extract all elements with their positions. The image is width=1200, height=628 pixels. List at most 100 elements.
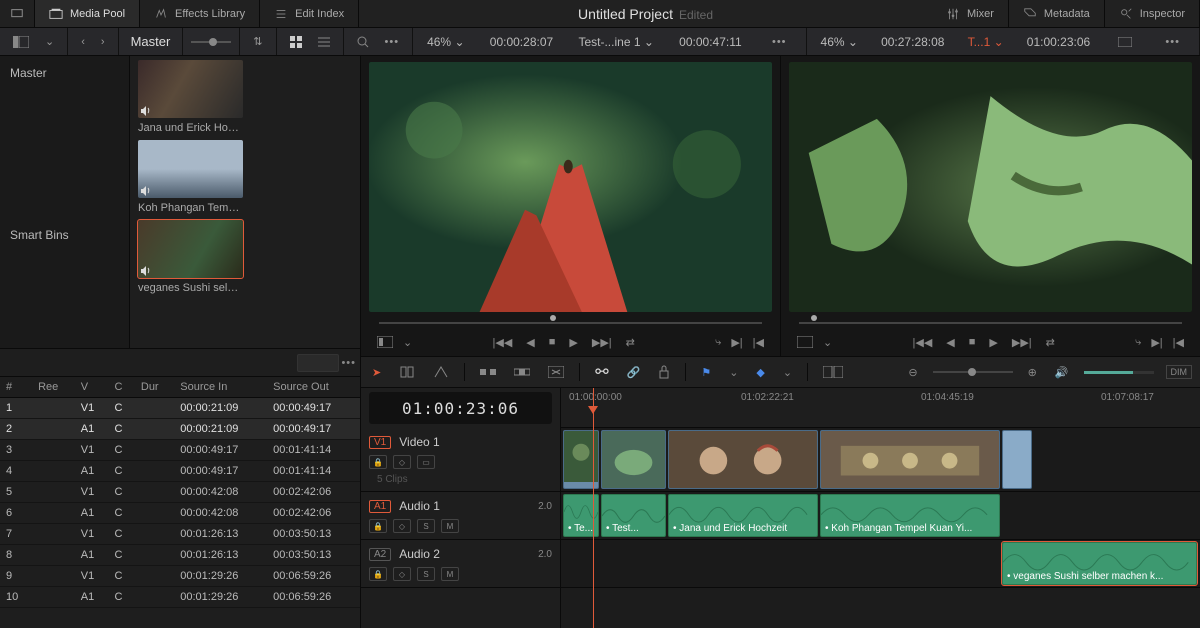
table-row[interactable]: 5V1C00:00:42:0800:02:42:06 — [0, 482, 360, 503]
loop-icon[interactable]: ⇄ — [624, 334, 637, 351]
tab-mixer[interactable]: Mixer — [932, 0, 1009, 27]
zoom-in-icon[interactable]: ⊕ — [1025, 363, 1040, 382]
list-view-icon[interactable] — [313, 33, 335, 51]
chevron-down-icon[interactable]: ⌄ — [401, 334, 414, 351]
thumb-size-slider[interactable] — [191, 41, 231, 43]
dim-button[interactable]: DIM — [1166, 365, 1193, 379]
table-row[interactable]: 6A1C00:00:42:0800:02:42:06 — [0, 503, 360, 524]
source-video[interactable] — [369, 62, 772, 312]
next-icon[interactable]: ▶| — [1149, 334, 1164, 351]
play-reverse-icon[interactable]: ◀ — [524, 334, 536, 351]
timeline-video[interactable] — [789, 62, 1192, 312]
timeline-scrub[interactable] — [787, 314, 1194, 328]
audio-clip[interactable]: • Jana und Erick Hochzeit — [668, 494, 818, 537]
audio-clip[interactable]: • veganes Sushi selber machen k... — [1002, 542, 1197, 585]
col-v[interactable]: V — [75, 377, 109, 398]
track-tag-v1[interactable]: V1 — [369, 436, 391, 449]
monitor-toggle[interactable] — [0, 0, 35, 27]
tab-inspector[interactable]: Inspector — [1105, 0, 1200, 27]
audio-clip[interactable]: • Koh Phangan Tempel Kuan Yi... — [820, 494, 1000, 537]
tab-metadata[interactable]: Metadata — [1009, 0, 1105, 27]
track-tag-a2[interactable]: A2 — [369, 548, 391, 561]
in-point-icon[interactable]: ⤷ — [1133, 334, 1143, 351]
table-row[interactable]: 1V1C00:00:21:0900:00:49:17 — [0, 398, 360, 419]
bin-smart-bins[interactable]: Smart Bins — [0, 224, 129, 246]
loop-icon[interactable]: ⇄ — [1044, 334, 1057, 351]
solo-button[interactable]: S — [417, 519, 435, 533]
volume-icon[interactable]: 🔊 — [1052, 363, 1072, 382]
play-reverse-icon[interactable]: ◀ — [944, 334, 956, 351]
video-track-1[interactable] — [561, 428, 1200, 492]
video-clip[interactable] — [1002, 430, 1032, 489]
play-icon[interactable]: ▶ — [567, 334, 579, 351]
zoom-out-icon[interactable]: ⊖ — [905, 363, 920, 382]
table-row[interactable]: 10A1C00:01:29:2600:06:59:26 — [0, 587, 360, 608]
layout-toggle-icon[interactable] — [8, 33, 34, 51]
source-zoom[interactable]: 46% ⌄ — [427, 35, 464, 49]
timeline-tracks[interactable]: 01:00:00:00 01:02:22:21 01:04:45:19 01:0… — [561, 388, 1200, 628]
auto-select-icon[interactable]: ◇ — [393, 455, 411, 469]
tab-effects-library[interactable]: Effects Library — [140, 0, 260, 27]
tab-edit-index[interactable]: Edit Index — [260, 0, 359, 27]
lock-track-icon[interactable]: 🔒 — [369, 567, 387, 581]
display-mode-icon[interactable]: ▭ — [417, 455, 435, 469]
insert-icon[interactable] — [477, 363, 499, 381]
last-frame-icon[interactable]: ▶▶| — [590, 334, 614, 351]
table-row[interactable]: 3V1C00:00:49:1700:01:41:14 — [0, 440, 360, 461]
overlay-icon[interactable] — [795, 334, 815, 350]
next-icon[interactable]: ▶| — [729, 334, 744, 351]
col-num[interactable]: # — [0, 377, 32, 398]
search-icon[interactable] — [352, 33, 374, 51]
first-frame-icon[interactable]: |◀◀ — [911, 334, 935, 351]
index-options-icon[interactable]: ••• — [341, 357, 356, 369]
lock-track-icon[interactable]: 🔒 — [369, 455, 387, 469]
table-row[interactable]: 9V1C00:01:29:2600:06:59:26 — [0, 566, 360, 587]
timeline-view-icon[interactable] — [820, 363, 846, 381]
in-point-icon[interactable]: ⤷ — [713, 334, 723, 351]
chevron-down-icon[interactable]: ⌄ — [780, 363, 795, 382]
prev-icon[interactable]: |◀ — [1171, 334, 1186, 351]
auto-select-icon[interactable]: ◇ — [393, 519, 411, 533]
stop-icon[interactable]: ■ — [547, 334, 558, 350]
timeline-ruler[interactable]: 01:00:00:00 01:02:22:21 01:04:45:19 01:0… — [561, 388, 1200, 428]
lock-track-icon[interactable]: 🔒 — [369, 519, 387, 533]
first-frame-icon[interactable]: |◀◀ — [491, 334, 515, 351]
timeline-name[interactable]: T...1 ⌄ — [968, 35, 1004, 49]
table-row[interactable]: 2A1C00:00:21:0900:00:49:17 — [0, 419, 360, 440]
nav-forward-icon[interactable]: › — [96, 33, 110, 51]
timeline-options-icon[interactable]: ••• — [1160, 33, 1185, 51]
video-clip[interactable] — [668, 430, 818, 489]
table-row[interactable]: 8A1C00:01:26:1300:03:50:13 — [0, 545, 360, 566]
chevron-down-icon[interactable]: ⌄ — [821, 334, 834, 351]
match-frame-icon[interactable] — [375, 334, 395, 350]
flag-icon[interactable]: ⚑ — [698, 363, 714, 382]
index-search-icon[interactable] — [297, 354, 339, 372]
bin-path[interactable]: Master — [119, 28, 184, 55]
trim-tool-icon[interactable] — [396, 362, 418, 382]
snap-icon[interactable]: ⚯ — [592, 359, 611, 385]
play-icon[interactable]: ▶ — [987, 334, 999, 351]
overwrite-icon[interactable] — [511, 363, 533, 381]
col-ree[interactable]: Ree — [32, 377, 75, 398]
audio-track-1[interactable]: • Te... • Test... • Jana und Erick Hochz… — [561, 492, 1200, 540]
source-options-icon[interactable]: ••• — [767, 33, 792, 51]
marker-icon[interactable]: ◆ — [753, 363, 767, 382]
replace-icon[interactable] — [545, 363, 567, 381]
table-row[interactable]: 4A1C00:00:49:1700:01:41:14 — [0, 461, 360, 482]
audio-track-2[interactable]: • veganes Sushi selber machen k... — [561, 540, 1200, 588]
timeline-zoom[interactable]: 46% ⌄ — [821, 35, 858, 49]
selection-tool-icon[interactable]: ➤ — [369, 363, 384, 382]
col-dur[interactable]: Dur — [135, 377, 174, 398]
clip-thumbnail[interactable]: Jana und Erick Hochz... — [138, 60, 352, 134]
solo-button[interactable]: S — [417, 567, 435, 581]
volume-slider[interactable] — [1084, 371, 1154, 374]
tab-media-pool[interactable]: Media Pool — [35, 0, 140, 27]
playhead[interactable] — [593, 388, 594, 628]
video-clip[interactable] — [601, 430, 666, 489]
bin-master[interactable]: Master — [0, 62, 129, 84]
blade-tool-icon[interactable] — [430, 362, 452, 382]
prev-icon[interactable]: |◀ — [751, 334, 766, 351]
sort-icon[interactable]: ⇅ — [248, 32, 267, 51]
chevron-down-icon[interactable]: ⌄ — [726, 363, 741, 382]
col-c[interactable]: C — [108, 377, 134, 398]
